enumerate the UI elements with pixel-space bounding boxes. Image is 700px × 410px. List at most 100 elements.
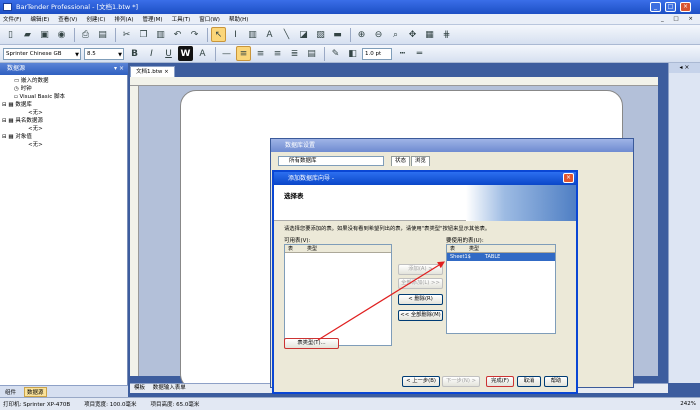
- tree-item-object-values[interactable]: ⊟ ▦ 对象值: [2, 133, 126, 141]
- copy-icon[interactable]: ❐: [136, 27, 151, 42]
- font-size-combo[interactable]: 8.5 ▼: [84, 47, 124, 60]
- tree-item-database[interactable]: ⊟ ▦ 数据库: [2, 101, 126, 109]
- zoom-page-icon[interactable]: ✥: [405, 27, 420, 42]
- panel-pin-icon[interactable]: ◂ ×: [669, 63, 700, 73]
- new-icon[interactable]: ▯: [3, 27, 18, 42]
- italic-icon[interactable]: I: [144, 46, 159, 61]
- available-tables-list[interactable]: 表 类型: [284, 244, 392, 346]
- redo-icon[interactable]: ↷: [187, 27, 202, 42]
- col-type: 类型: [469, 246, 480, 252]
- add-all-button[interactable]: 全部添加(L) >>: [398, 278, 443, 289]
- grid-icon[interactable]: ▦: [422, 27, 437, 42]
- menu-create[interactable]: 创建(C): [86, 15, 105, 23]
- menu-edit[interactable]: 编辑(E): [30, 15, 49, 23]
- tab-browse[interactable]: 浏览: [411, 156, 431, 166]
- select-pointer-icon[interactable]: ↖: [211, 27, 226, 42]
- table-type-button[interactable]: 表类型(T)...: [284, 338, 339, 349]
- line-style-icon[interactable]: —: [219, 46, 234, 61]
- available-tables-header: 表 类型: [285, 245, 391, 253]
- open-icon[interactable]: ▰: [20, 27, 35, 42]
- tree-item-clock[interactable]: ◷ 时钟: [2, 85, 126, 93]
- underline-icon[interactable]: U: [161, 46, 176, 61]
- bold-icon[interactable]: B: [127, 46, 142, 61]
- tree-label: 时钟: [20, 86, 32, 92]
- fill-icon[interactable]: ▤: [304, 46, 319, 61]
- justify-icon[interactable]: ≣: [287, 46, 302, 61]
- wizard-close-button[interactable]: ×: [563, 173, 574, 183]
- table-row[interactable]: Sheet1$ TABLE: [447, 253, 555, 261]
- database-icon[interactable]: ◉: [54, 27, 69, 42]
- font-text-tool-icon[interactable]: A: [262, 27, 277, 42]
- align-right-icon[interactable]: ≡: [270, 46, 285, 61]
- available-tables-label: 可用表(V):: [284, 238, 311, 244]
- print-preview-icon[interactable]: ▤: [95, 27, 110, 42]
- paste-icon[interactable]: ▥: [153, 27, 168, 42]
- tree-item-database-none[interactable]: <无>: [2, 109, 126, 117]
- horizontal-ruler: [130, 77, 658, 86]
- line-dash-icon[interactable]: ┅: [395, 46, 410, 61]
- vertical-ruler: [130, 86, 139, 376]
- data-source-tree: ▭ 嵌入的数据 ◷ 时钟 ▫ Visual Basic 脚本 ⊟ ▦ 数据库 <…: [2, 77, 126, 149]
- status-item-height: 项目高度: 65.0毫米: [150, 402, 200, 408]
- maximize-button[interactable]: □: [665, 2, 676, 12]
- zoom-out-icon[interactable]: ⊖: [371, 27, 386, 42]
- wide-text-icon[interactable]: W: [178, 46, 193, 61]
- line-end-icon[interactable]: ═: [412, 46, 427, 61]
- next-button[interactable]: 下一步(N) >: [442, 376, 480, 387]
- line-width-value: 1.0 pt: [365, 50, 382, 57]
- tab-components[interactable]: 组件: [3, 388, 18, 396]
- align-center-icon[interactable]: ≡: [253, 46, 268, 61]
- minimize-button[interactable]: _: [650, 2, 661, 12]
- fill-color-icon[interactable]: ◧: [345, 46, 360, 61]
- line-tool-icon[interactable]: ╲: [279, 27, 294, 42]
- menu-help[interactable]: 帮助(H): [229, 15, 248, 23]
- menu-view[interactable]: 查看(V): [58, 15, 77, 23]
- tree-item-named-data-sources[interactable]: ⊟ ▦ 具名数据源: [2, 117, 126, 125]
- close-icon[interactable]: ×: [164, 69, 169, 75]
- menu-manage[interactable]: 管理(M): [143, 15, 163, 23]
- shape-tool-icon[interactable]: ◪: [296, 27, 311, 42]
- add-button[interactable]: 添加(A) >: [398, 264, 443, 275]
- tree-item-object-none[interactable]: <无>: [2, 141, 126, 149]
- tree-item-named-none[interactable]: <无>: [2, 125, 126, 133]
- zoom-fit-icon[interactable]: ⌕: [388, 27, 403, 42]
- zoom-in-icon[interactable]: ⊕: [354, 27, 369, 42]
- snap-grid-icon[interactable]: ⋕: [439, 27, 454, 42]
- line-width-combo[interactable]: 1.0 pt: [362, 47, 392, 60]
- status-zoom[interactable]: 242%: [680, 401, 696, 407]
- tab-template[interactable]: 模板: [134, 385, 145, 391]
- cancel-button[interactable]: 取消: [517, 376, 541, 387]
- remove-all-button[interactable]: << 全部删除(M): [398, 310, 443, 321]
- text-tool-icon[interactable]: I: [228, 27, 243, 42]
- picture-tool-icon[interactable]: ▨: [313, 27, 328, 42]
- all-databases-tree-item[interactable]: 所有数据库: [278, 156, 384, 166]
- menu-file[interactable]: 文件(F): [3, 15, 21, 23]
- encoder-tool-icon[interactable]: ▬: [330, 27, 345, 42]
- help-button[interactable]: 帮助: [544, 376, 568, 387]
- menu-tools[interactable]: 工具(T): [172, 15, 191, 23]
- tab-data-sources[interactable]: 数据源: [24, 386, 47, 397]
- undo-icon[interactable]: ↶: [170, 27, 185, 42]
- save-icon[interactable]: ▣: [37, 27, 52, 42]
- text-color-icon[interactable]: A: [195, 46, 210, 61]
- close-button[interactable]: ×: [680, 2, 691, 12]
- remove-button[interactable]: < 删除(R): [398, 294, 443, 305]
- barcode-tool-icon[interactable]: ▥: [245, 27, 260, 42]
- cut-icon[interactable]: ✂: [119, 27, 134, 42]
- tab-data-entry-form[interactable]: 数据输入表单: [153, 385, 186, 391]
- finish-button[interactable]: 完成(F): [486, 376, 514, 387]
- tree-item-vbscript[interactable]: ▫ Visual Basic 脚本: [2, 93, 126, 101]
- mdi-window-controls[interactable]: _ □ ×: [661, 16, 697, 22]
- menu-window[interactable]: 窗口(W): [199, 15, 220, 23]
- back-button[interactable]: < 上一步(B): [402, 376, 440, 387]
- print-icon[interactable]: ⎙: [78, 27, 93, 42]
- selected-tables-list[interactable]: 表 类型 Sheet1$ TABLE: [446, 244, 556, 334]
- tree-item-embedded-data[interactable]: ▭ 嵌入的数据: [2, 77, 126, 85]
- pen-color-icon[interactable]: ✎: [328, 46, 343, 61]
- panel-close-icon[interactable]: ▾ ×: [114, 63, 124, 75]
- document-tab[interactable]: 文档1.btw ×: [130, 66, 175, 77]
- menu-arrange[interactable]: 排列(A): [114, 15, 133, 23]
- font-combo[interactable]: Sprinter Chinese GB ▼: [3, 47, 81, 60]
- align-left-icon[interactable]: ≡: [236, 46, 251, 61]
- tab-status[interactable]: 状态: [391, 156, 411, 166]
